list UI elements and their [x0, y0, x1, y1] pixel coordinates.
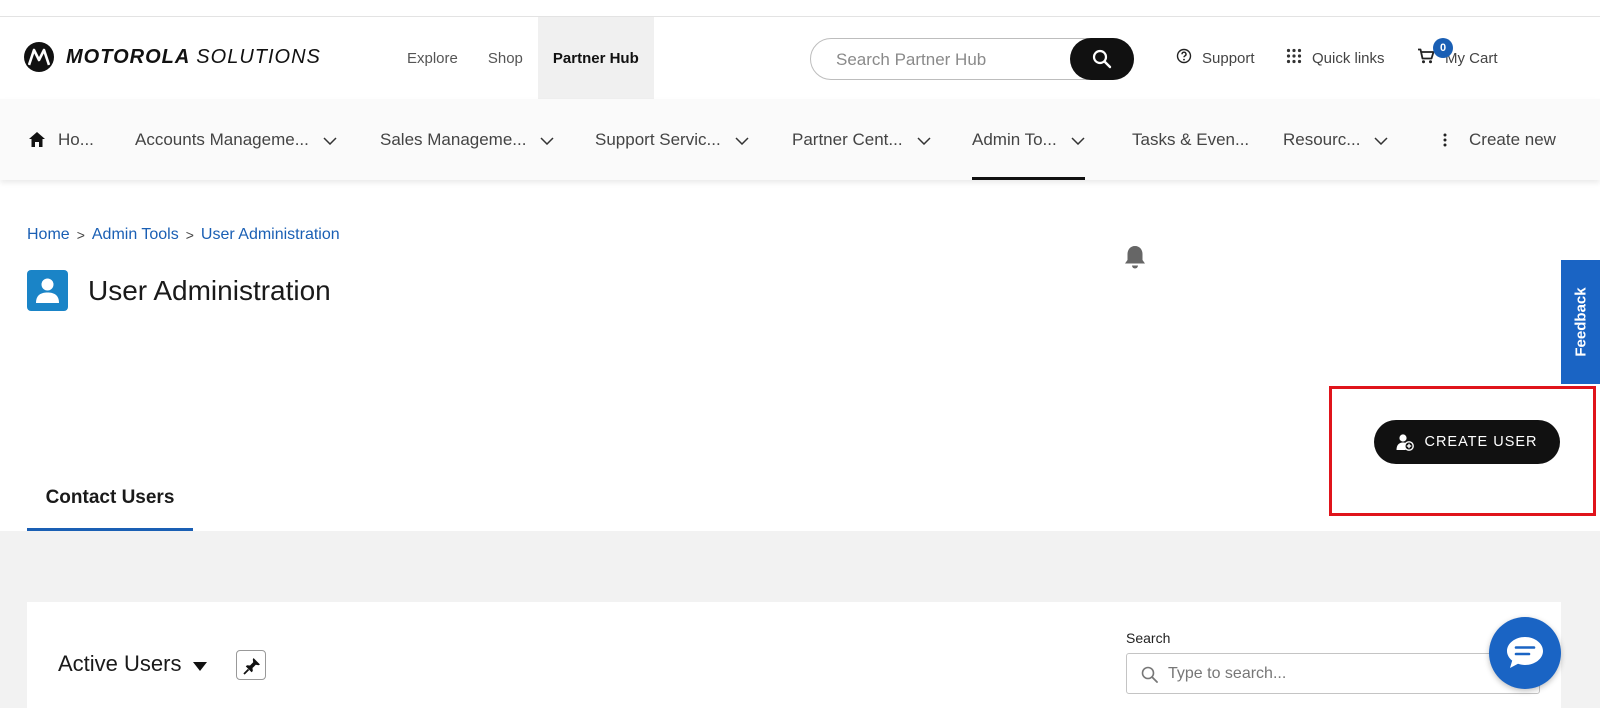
nav-resources-label: Resourc...	[1283, 129, 1361, 149]
active-users-view-selector[interactable]: Active Users	[58, 651, 208, 677]
chat-bubble-icon	[1507, 637, 1543, 668]
chat-button[interactable]	[1489, 617, 1561, 689]
nav-create-new[interactable]: Create new	[1443, 99, 1556, 180]
support-link[interactable]: Support	[1176, 47, 1255, 69]
breadcrumb-separator: >	[76, 227, 85, 243]
global-header: MOTOROLA SOLUTIONS Explore Shop Partner H…	[0, 17, 1600, 99]
breadcrumb-admin-tools[interactable]: Admin Tools	[92, 226, 179, 244]
breadcrumb: Home > Admin Tools > User Administration	[27, 226, 340, 244]
active-users-label: Active Users	[58, 651, 182, 676]
list-search-placeholder: Type to search...	[1168, 665, 1287, 682]
support-label: Support	[1202, 49, 1255, 67]
help-circle-icon	[1176, 48, 1192, 68]
top-nav: Explore Shop Partner Hub	[392, 17, 654, 99]
chevron-down-icon	[917, 130, 931, 150]
nav-sales-management[interactable]: Sales Manageme...	[380, 99, 554, 180]
brand-name-bold: MOTOROLA	[66, 45, 191, 68]
user-admin-icon	[27, 270, 68, 311]
nav-tasks-label: Tasks & Even...	[1132, 129, 1250, 149]
brand-wordmark: MOTOROLA SOLUTIONS	[66, 46, 321, 69]
top-strip	[0, 0, 1600, 17]
nav-create-new-label: Create new	[1469, 129, 1556, 149]
add-user-icon	[1396, 434, 1415, 451]
tab-contact-users[interactable]: Contact Users	[27, 478, 193, 531]
nav-accounts-label: Accounts Manageme...	[135, 129, 309, 149]
chevron-down-icon	[735, 130, 749, 150]
global-search-input[interactable]: Search Partner Hub	[836, 50, 986, 70]
list-search-label: Search	[1126, 630, 1171, 646]
quick-links-label: Quick links	[1312, 49, 1385, 67]
motorola-batwing-icon	[24, 42, 54, 72]
nav-tasks-events[interactable]: Tasks & Even...	[1132, 99, 1249, 180]
home-icon	[29, 132, 45, 147]
pin-button[interactable]	[236, 650, 266, 680]
chevron-down-icon	[1374, 130, 1389, 150]
breadcrumb-home[interactable]: Home	[27, 226, 70, 244]
nav-partner-label: Partner Cent...	[792, 129, 903, 149]
cart-icon: 0	[1417, 38, 1453, 68]
breadcrumb-user-administration[interactable]: User Administration	[201, 226, 340, 244]
nav-home[interactable]: Ho...	[28, 99, 94, 180]
nav-sales-label: Sales Manageme...	[380, 129, 527, 149]
search-icon	[1092, 49, 1112, 69]
nav-accounts-management[interactable]: Accounts Manageme...	[135, 99, 337, 180]
feedback-label: Feedback	[1572, 287, 1589, 357]
brand-name-light: SOLUTIONS	[196, 45, 321, 68]
pin-icon	[243, 658, 260, 675]
nav-admin-tools[interactable]: Admin To...	[972, 99, 1085, 180]
top-nav-shop[interactable]: Shop	[473, 17, 538, 99]
quick-links[interactable]: Quick links	[1286, 47, 1385, 69]
chevron-down-icon	[323, 130, 337, 150]
top-nav-partner-hub[interactable]: Partner Hub	[537, 17, 654, 99]
nav-resources[interactable]: Resourc...	[1283, 99, 1389, 180]
nav-support-services[interactable]: Support Servic...	[595, 99, 749, 180]
cart-count-badge: 0	[1433, 38, 1453, 58]
create-user-label: CREATE USER	[1424, 434, 1538, 450]
page-header: User Administration	[27, 270, 331, 311]
search-button[interactable]	[1070, 38, 1134, 80]
page-title: User Administration	[88, 274, 331, 306]
feedback-tab[interactable]: Feedback	[1561, 260, 1600, 384]
search-icon	[1141, 666, 1158, 683]
nav-home-label: Ho...	[58, 129, 94, 149]
chevron-down-icon	[540, 130, 554, 150]
caret-down-icon	[193, 651, 208, 677]
top-nav-explore[interactable]: Explore	[392, 17, 473, 99]
kebab-menu-icon	[1443, 133, 1447, 146]
chevron-down-icon	[1071, 130, 1085, 150]
global-search[interactable]: Search Partner Hub	[810, 38, 1134, 80]
my-cart[interactable]: 0 My Cart	[1417, 38, 1498, 69]
grid-dots-icon	[1286, 48, 1302, 68]
nav-partner-center[interactable]: Partner Cent...	[792, 99, 931, 180]
breadcrumb-separator: >	[185, 227, 194, 243]
bell-icon[interactable]	[1123, 244, 1147, 275]
nav-support-label: Support Servic...	[595, 129, 721, 149]
motorola-logo[interactable]: MOTOROLA SOLUTIONS	[24, 41, 321, 73]
create-user-button[interactable]: CREATE USER	[1374, 420, 1560, 464]
list-search-input[interactable]: Type to search...	[1126, 653, 1540, 694]
secondary-nav: Ho... Accounts Manageme... Sales Managem…	[0, 99, 1600, 180]
cart-label: My Cart	[1445, 49, 1498, 67]
nav-admin-label: Admin To...	[972, 129, 1057, 149]
